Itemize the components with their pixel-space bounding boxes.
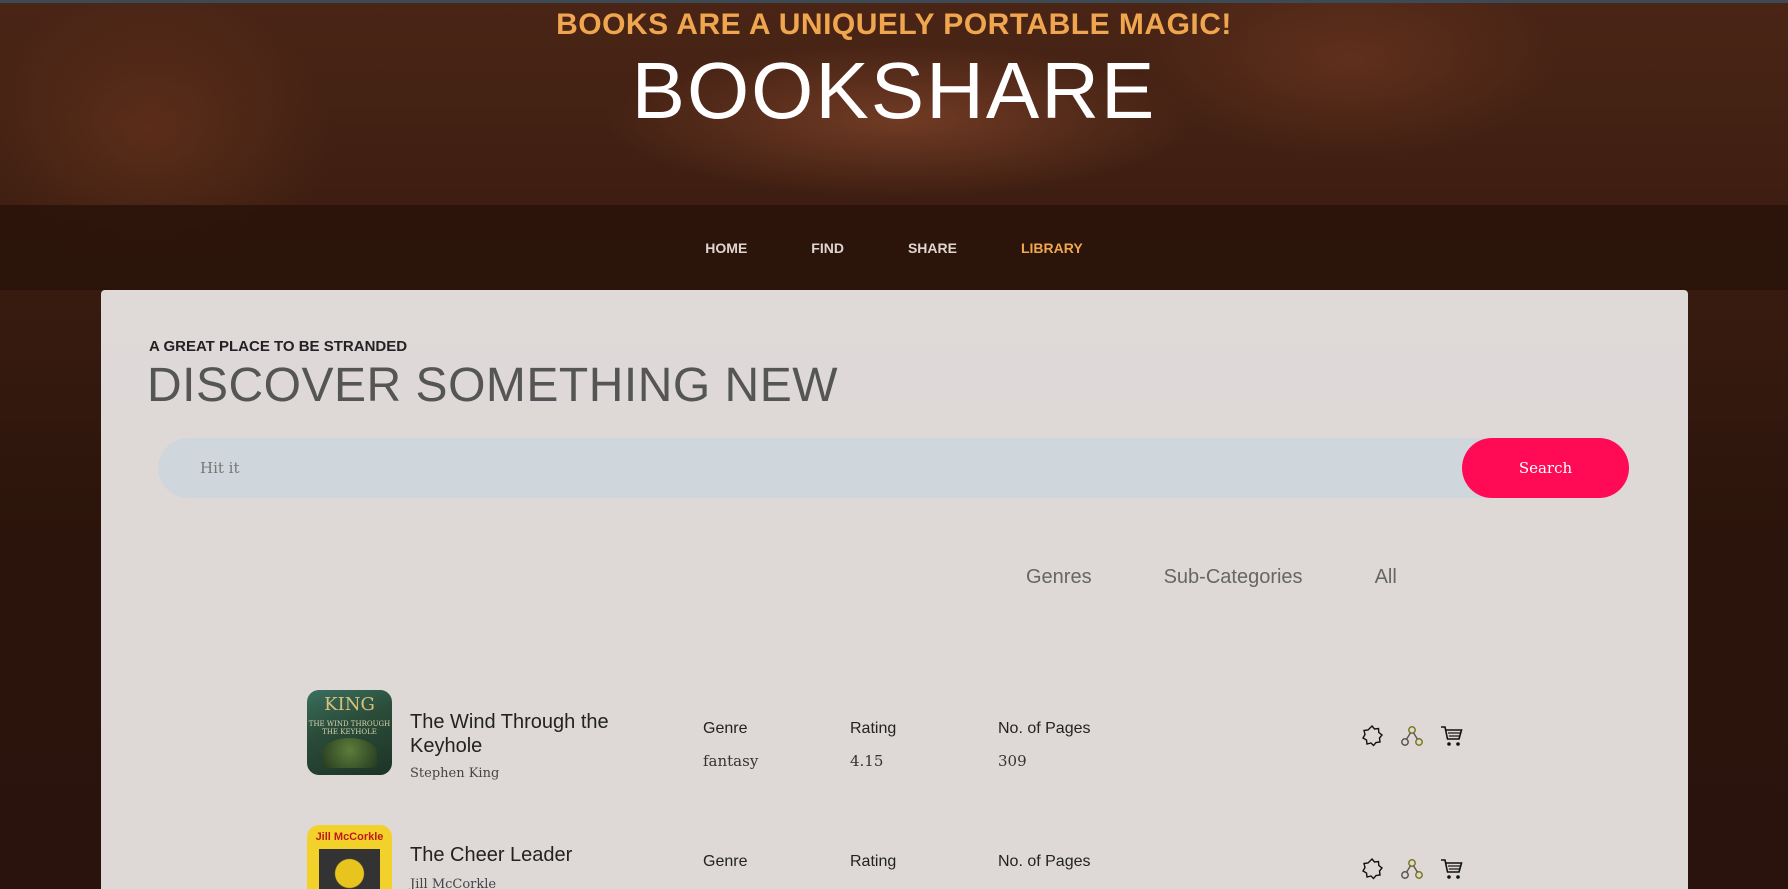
rating-label: Rating [850, 720, 897, 737]
book-title[interactable]: The Wind Through the Keyhole [410, 710, 660, 758]
filter-sub-categories[interactable]: Sub-Categories [1164, 566, 1375, 589]
book-cover[interactable]: KING THE WIND THROUGH THE KEYHOLE [307, 690, 392, 775]
tagline: BOOKS ARE A UNIQUELY PORTABLE MAGIC! [556, 8, 1232, 41]
book-author: Jill McCorkle [410, 877, 497, 889]
book-row[interactable]: KING THE WIND THROUGH THE KEYHOLE The Wi… [307, 690, 1507, 781]
genre-value: fantasy [703, 752, 759, 770]
main-navigation: HOME FIND SHARE LIBRARY [0, 205, 1788, 290]
book-cover[interactable]: Jill McCorkle [307, 825, 392, 889]
site-brand[interactable]: BOOKSHARE [0, 46, 1788, 136]
book-author: Stephen King [410, 766, 500, 781]
content-panel: A GREAT PLACE TO BE STRANDED DISCOVER SO… [101, 290, 1688, 889]
nav-item-library[interactable]: LIBRARY [989, 240, 1115, 256]
search-bar: Search [158, 438, 1629, 498]
search-button[interactable]: Search [1462, 438, 1629, 498]
book-row[interactable]: Jill McCorkle The Cheer Leader Jill McCo… [307, 825, 1507, 889]
pages-label: No. of Pages [998, 853, 1091, 870]
page-title: DISCOVER SOMETHING NEW [147, 359, 839, 412]
rating-value: 4.15 [850, 752, 884, 770]
browser-edge [0, 0, 1788, 3]
book-title[interactable]: The Cheer Leader [410, 843, 660, 867]
nav-item-home[interactable]: HOME [673, 240, 779, 256]
cart-icon[interactable] [1440, 724, 1464, 748]
search-input[interactable] [158, 438, 1468, 498]
genre-label: Genre [703, 853, 748, 870]
cover-author: Jill McCorkle [315, 831, 384, 843]
cover-art [319, 849, 380, 889]
section-kicker: A GREAT PLACE TO BE STRANDED [149, 338, 408, 355]
share-icon[interactable] [1400, 724, 1424, 748]
filter-tabs: Genres Sub-Categories All [1026, 566, 1469, 589]
nav-item-find[interactable]: FIND [779, 240, 876, 256]
nav-item-share[interactable]: SHARE [876, 240, 989, 256]
pages-value: 309 [998, 752, 1027, 770]
filter-all[interactable]: All [1375, 566, 1469, 589]
cart-icon[interactable] [1440, 857, 1464, 881]
filter-genres[interactable]: Genres [1026, 566, 1164, 589]
pages-label: No. of Pages [998, 720, 1091, 737]
genre-label: Genre [703, 720, 748, 737]
cover-author: KING [324, 694, 375, 715]
rating-label: Rating [850, 853, 897, 870]
cover-art [322, 738, 377, 768]
badge-icon[interactable] [1360, 857, 1384, 881]
badge-icon[interactable] [1360, 724, 1384, 748]
cover-title: THE WIND THROUGH THE KEYHOLE [308, 720, 391, 736]
share-icon[interactable] [1400, 857, 1424, 881]
